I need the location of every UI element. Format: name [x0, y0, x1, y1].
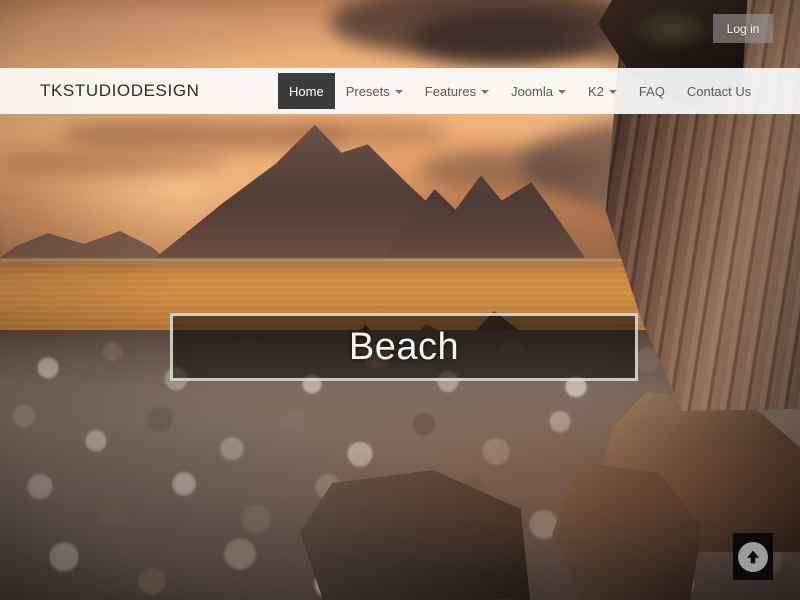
- page-root: Log in TKSTUDIODESIGN Home Presets Featu…: [0, 0, 800, 600]
- site-logo[interactable]: TKSTUDIODESIGN: [40, 81, 200, 101]
- cloud: [0, 150, 230, 176]
- nav-item-contact-us[interactable]: Contact Us: [676, 73, 762, 109]
- nav-label: Joomla: [511, 83, 553, 99]
- chevron-down-icon: [558, 90, 566, 94]
- nav-item-k2[interactable]: K2: [577, 73, 628, 109]
- nav-item-presets[interactable]: Presets: [335, 73, 414, 109]
- arrow-up-icon: [738, 541, 768, 572]
- chevron-down-icon: [608, 90, 617, 94]
- nav-item-faq[interactable]: FAQ: [628, 73, 676, 109]
- nav-label: Presets: [345, 83, 390, 99]
- login-button[interactable]: Log in: [713, 14, 773, 43]
- nav-item-joomla[interactable]: Joomla: [500, 73, 577, 109]
- chevron-down-icon: [394, 90, 403, 94]
- top-bar: Log in: [0, 0, 800, 68]
- nav-label: FAQ: [638, 83, 665, 99]
- main-menu: Home Presets Features Joomla K2 FAQ Cont…: [278, 68, 762, 114]
- nav-label: K2: [588, 83, 604, 99]
- main-navbar: TKSTUDIODESIGN Home Presets Features Joo…: [0, 68, 800, 114]
- nav-item-features[interactable]: Features: [414, 73, 500, 109]
- page-title: Beach: [348, 326, 460, 368]
- nav-label: Features: [424, 83, 477, 99]
- nav-label: Home: [289, 83, 324, 99]
- hero-title-box: Beach: [170, 313, 638, 381]
- nav-label: Contact Us: [686, 83, 752, 99]
- nav-item-home[interactable]: Home: [278, 73, 335, 109]
- chevron-down-icon: [481, 90, 490, 94]
- scroll-to-top-button[interactable]: [733, 533, 773, 580]
